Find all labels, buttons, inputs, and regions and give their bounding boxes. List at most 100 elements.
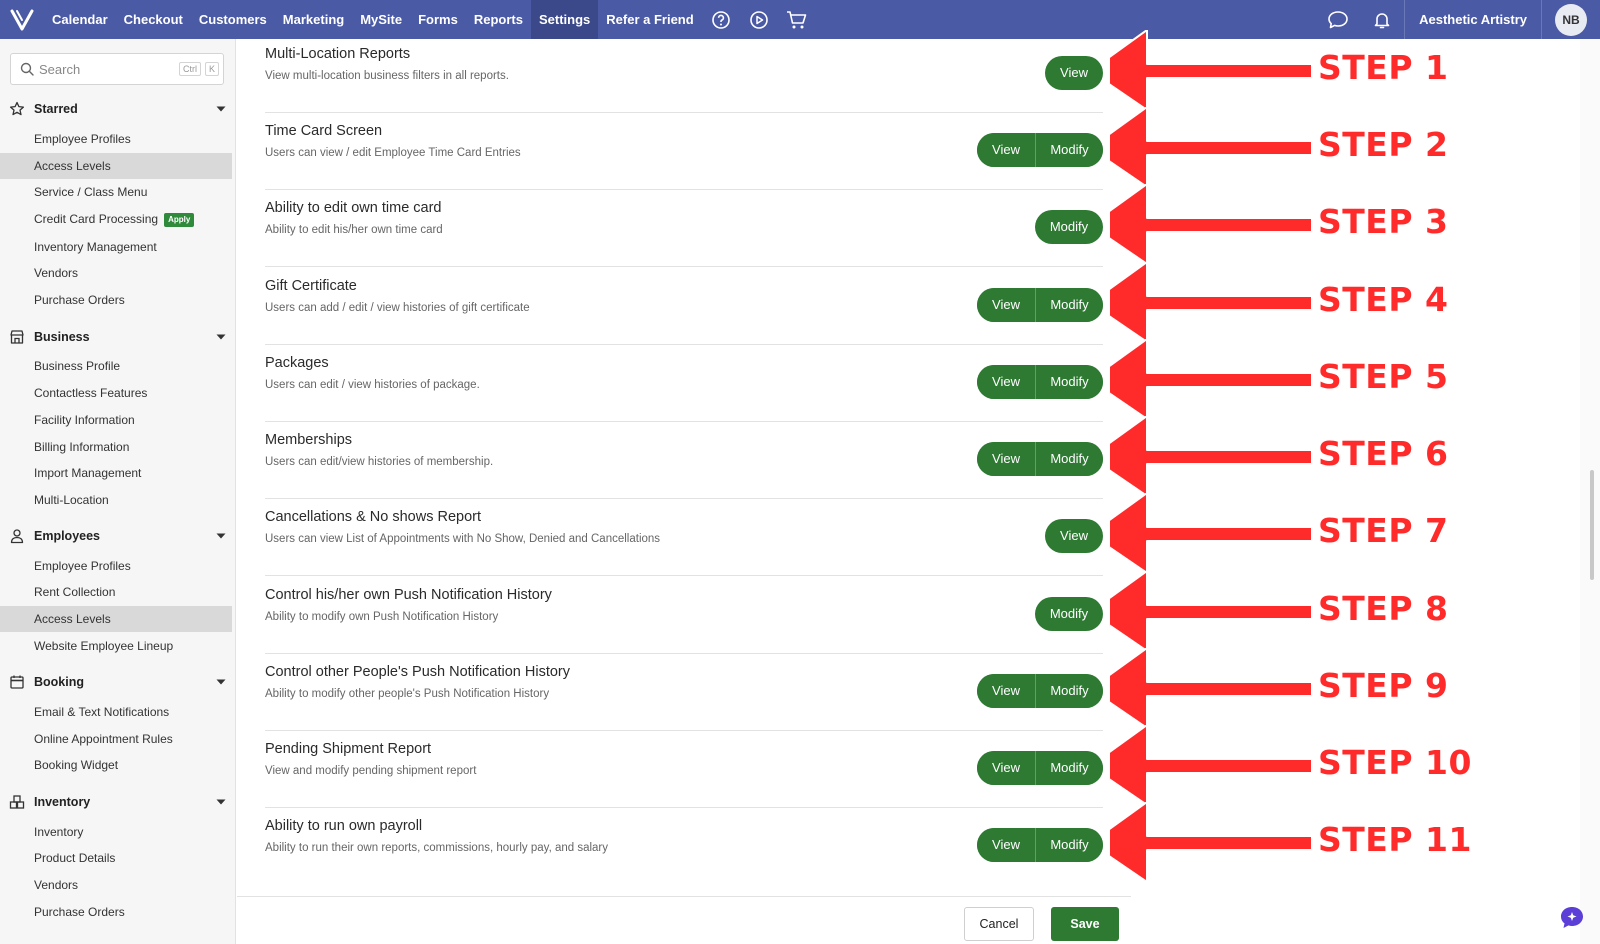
modify-button[interactable]: Modify xyxy=(1035,674,1103,708)
permission-row-gift-certificate: Gift Certificate Users can add / edit / v… xyxy=(265,266,1103,345)
sidebar-item-vendors[interactable]: Vendors xyxy=(0,872,232,898)
red-arrow-icon xyxy=(1110,416,1313,496)
modify-button[interactable]: Modify xyxy=(1035,288,1103,322)
step-label: STEP 5 xyxy=(1318,357,1449,396)
sidebar-item-facility-information[interactable]: Facility Information xyxy=(0,407,232,433)
red-arrow-icon xyxy=(1110,648,1313,728)
sidebar-item-booking-widget[interactable]: Booking Widget xyxy=(0,752,232,778)
sidebar-item-label: Online Appointment Rules xyxy=(34,732,173,746)
sidebar-item-access-levels[interactable]: Access Levels xyxy=(0,153,232,179)
permission-description: View multi-location business filters in … xyxy=(265,70,509,82)
sidebar-section-title: Booking xyxy=(34,675,84,689)
sidebar-item-rent-collection[interactable]: Rent Collection xyxy=(0,579,232,605)
sidebar-section-inventory[interactable]: Inventory xyxy=(0,790,235,814)
nav-customers[interactable]: Customers xyxy=(191,0,275,39)
permission-button-group: View xyxy=(1045,56,1103,90)
sidebar-item-contactless-features[interactable]: Contactless Features xyxy=(0,380,232,406)
permission-title: Gift Certificate xyxy=(265,278,357,294)
sidebar-item-multi-location[interactable]: Multi-Location xyxy=(0,487,232,513)
sidebar-item-label: Service / Class Menu xyxy=(34,185,148,199)
sidebar-item-inventory-management[interactable]: Inventory Management xyxy=(0,234,232,260)
vagaro-logo-icon[interactable] xyxy=(2,0,42,39)
step-annotation: STEP 3 xyxy=(1110,184,1580,264)
permission-row-control-his-her-own-push-notification-history: Control his/her own Push Notification Hi… xyxy=(265,575,1103,654)
sidebar-item-product-details[interactable]: Product Details xyxy=(0,845,232,871)
step-annotation: STEP 6 xyxy=(1110,416,1580,496)
permission-title: Ability to run own payroll xyxy=(265,818,423,834)
sidebar-section-starred[interactable]: Starred xyxy=(0,97,235,121)
view-button[interactable]: View xyxy=(977,828,1035,862)
permission-title: Pending Shipment Report xyxy=(265,741,432,757)
modify-button[interactable]: Modify xyxy=(1035,828,1103,862)
view-button[interactable]: View xyxy=(977,365,1035,399)
sidebar-item-employee-profiles[interactable]: Employee Profiles xyxy=(0,126,232,152)
sidebar-section-business[interactable]: Business xyxy=(0,325,235,349)
permission-row-pending-shipment-report: Pending Shipment Report View and modify p… xyxy=(265,729,1103,808)
red-arrow-icon xyxy=(1110,571,1313,651)
sidebar-item-employee-profiles[interactable]: Employee Profiles xyxy=(0,553,232,579)
view-button[interactable]: View xyxy=(977,442,1035,476)
step-label: STEP 3 xyxy=(1318,202,1449,241)
sidebar-section-title: Employees xyxy=(34,529,101,543)
sidebar-item-access-levels[interactable]: Access Levels xyxy=(0,606,232,632)
chevron-down-icon[interactable] xyxy=(206,679,235,685)
shortcut-k: K xyxy=(204,62,219,76)
modify-button[interactable]: Modify xyxy=(1035,210,1103,244)
sidebar-section-employees[interactable]: Employees xyxy=(0,524,235,548)
nav-calendar[interactable]: Calendar xyxy=(44,0,116,39)
action-footer: Cancel Save xyxy=(237,896,1131,944)
sidebar-item-label: Website Employee Lineup xyxy=(34,639,174,653)
red-arrow-icon xyxy=(1110,30,1313,110)
apply-badge[interactable]: Apply xyxy=(164,212,195,227)
sidebar-item-purchase-orders[interactable]: Purchase Orders xyxy=(0,899,232,925)
sidebar-item-vendors[interactable]: Vendors xyxy=(0,260,232,286)
step-label: STEP 8 xyxy=(1318,589,1449,628)
modify-button[interactable]: Modify xyxy=(1035,365,1103,399)
sidebar-item-inventory[interactable]: Inventory xyxy=(0,819,232,845)
save-button[interactable]: Save xyxy=(1051,907,1119,941)
permission-button-group: View Modify xyxy=(977,442,1103,476)
chevron-down-icon[interactable] xyxy=(206,334,235,340)
modify-button[interactable]: Modify xyxy=(1035,597,1103,631)
scroll-thumb[interactable] xyxy=(1590,470,1594,580)
sidebar-item-import-management[interactable]: Import Management xyxy=(0,460,232,486)
sidebar-item-online-appointment-rules[interactable]: Online Appointment Rules xyxy=(0,726,232,752)
sidebar-item-website-employee-lineup[interactable]: Website Employee Lineup xyxy=(0,633,232,659)
modify-button[interactable]: Modify xyxy=(1035,442,1103,476)
sidebar-item-business-profile[interactable]: Business Profile xyxy=(0,353,232,379)
modify-button[interactable]: Modify xyxy=(1035,133,1103,167)
modify-button[interactable]: Modify xyxy=(1035,751,1103,785)
assistant-chat-icon[interactable] xyxy=(1558,904,1586,932)
search-input[interactable]: Search Ctrl K xyxy=(10,53,224,85)
search-placeholder: Search xyxy=(39,61,81,77)
nav-checkout[interactable]: Checkout xyxy=(116,0,191,39)
chevron-down-icon[interactable] xyxy=(206,106,235,112)
view-button[interactable]: View xyxy=(1045,56,1103,90)
red-arrow-icon xyxy=(1110,262,1313,342)
permission-description: Ability to run their own reports, commis… xyxy=(265,842,609,854)
step-label: STEP 1 xyxy=(1318,48,1449,87)
step-annotation: STEP 8 xyxy=(1110,571,1580,651)
sidebar-item-email-text-notifications[interactable]: Email & Text Notifications xyxy=(0,699,232,725)
boxes-icon xyxy=(0,794,34,810)
permission-description: Users can edit/view histories of members… xyxy=(265,456,494,468)
view-button[interactable]: View xyxy=(977,751,1035,785)
chevron-down-icon[interactable] xyxy=(206,533,235,539)
chevron-down-icon[interactable] xyxy=(206,799,235,805)
step-annotation: STEP 2 xyxy=(1110,107,1580,187)
red-arrow-icon xyxy=(1110,802,1313,882)
sidebar-item-service-class-menu[interactable]: Service / Class Menu xyxy=(0,179,232,205)
view-button[interactable]: View xyxy=(977,674,1035,708)
permission-title: Control his/her own Push Notification Hi… xyxy=(265,587,552,603)
view-button[interactable]: View xyxy=(977,133,1035,167)
permission-description: Users can view / edit Employee Time Card… xyxy=(265,147,521,159)
permission-title: Time Card Screen xyxy=(265,123,383,139)
cancel-button[interactable]: Cancel xyxy=(964,907,1034,941)
view-button[interactable]: View xyxy=(977,288,1035,322)
sidebar-section-booking[interactable]: Booking xyxy=(0,670,235,694)
sidebar-item-purchase-orders[interactable]: Purchase Orders xyxy=(0,287,232,313)
sidebar-item-credit-card-processing[interactable]: Credit Card Processing Apply xyxy=(0,206,232,232)
sidebar-item-billing-information[interactable]: Billing Information xyxy=(0,434,232,460)
view-button[interactable]: View xyxy=(1045,519,1103,553)
sidebar-item-label: Multi-Location xyxy=(34,493,109,507)
